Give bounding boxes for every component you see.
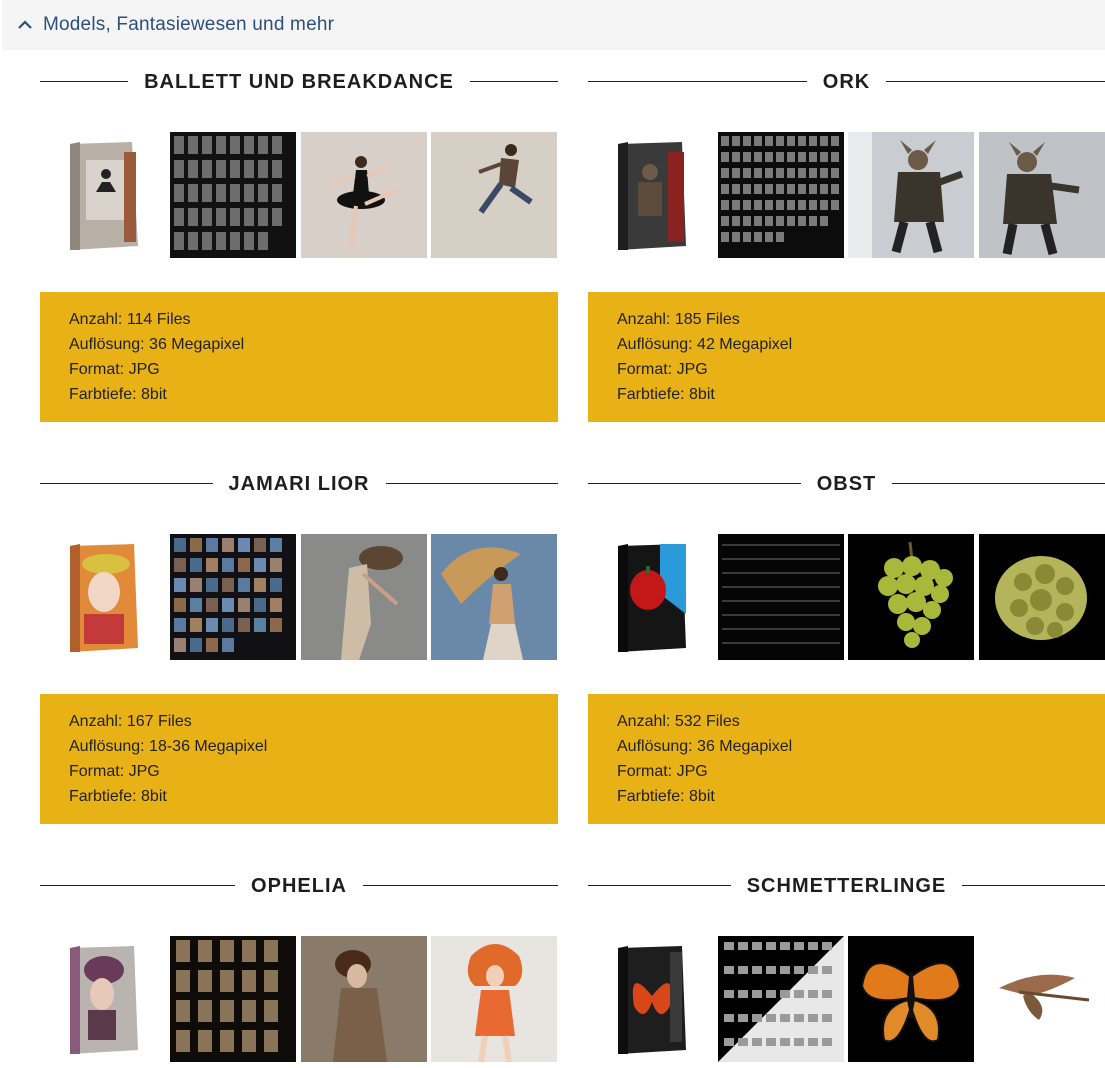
product-title: BALLETT UND BREAKDANCE — [128, 70, 470, 94]
butterfly-photo[interactable] — [848, 936, 974, 1062]
product-heading: SCHMETTERLINGE — [588, 866, 1105, 906]
product-title: OPHELIA — [235, 874, 363, 898]
orc-photo[interactable] — [848, 132, 974, 258]
dancer-photo[interactable] — [301, 132, 427, 258]
product-card: BALLETT UND BREAKDANCE Anzahl: 114 Files… — [40, 62, 558, 422]
file-format: Format: JPG — [617, 361, 708, 378]
product-info-box: Anzahl: 532 Files Auflösung: 36 Megapixe… — [588, 694, 1105, 824]
accordion-title[interactable]: Models, Fantasiewesen und mehr — [43, 14, 334, 36]
contact-sheet-image[interactable] — [718, 534, 844, 660]
file-count: Anzahl: 114 Files — [69, 311, 191, 328]
product-title: ORK — [806, 70, 887, 94]
color-depth: Farbtiefe: 8bit — [617, 788, 715, 805]
product-card: JAMARI LIOR Anzahl: 167 Files Auflösung:… — [40, 464, 558, 824]
resolution: Auflösung: 18-36 Megapixel — [69, 738, 268, 755]
product-title: JAMARI LIOR — [212, 472, 386, 496]
product-thumbnails — [588, 132, 1105, 258]
product-heading: BALLETT UND BREAKDANCE — [40, 62, 558, 102]
color-depth: Farbtiefe: 8bit — [69, 788, 167, 805]
product-box-image[interactable] — [588, 936, 714, 1062]
resolution: Auflösung: 42 Megapixel — [617, 336, 793, 353]
resolution: Auflösung: 36 Megapixel — [69, 336, 245, 353]
model-photo[interactable] — [301, 936, 427, 1062]
product-info-box: Anzahl: 114 Files Auflösung: 36 Megapixe… — [40, 292, 558, 422]
product-box-image[interactable] — [40, 534, 166, 660]
product-heading: OBST — [588, 464, 1105, 504]
contact-sheet-image[interactable] — [718, 936, 844, 1062]
romanesco-photo[interactable] — [979, 534, 1105, 660]
file-format: Format: JPG — [69, 763, 160, 780]
product-box-image[interactable] — [40, 936, 166, 1062]
product-title: OBST — [800, 472, 893, 496]
resolution: Auflösung: 36 Megapixel — [617, 738, 793, 755]
chevron-up-icon[interactable] — [15, 15, 35, 35]
grapes-photo[interactable] — [848, 534, 974, 660]
product-thumbnails — [40, 936, 558, 1062]
product-card: ORK Anzahl: 185 Files Auflösung: 42 Mega… — [588, 62, 1105, 422]
product-card: OPHELIA — [40, 866, 558, 1062]
breakdancer-photo[interactable] — [431, 132, 557, 258]
accordion-header[interactable]: Models, Fantasiewesen und mehr — [2, 0, 1105, 50]
product-heading: ORK — [588, 62, 1105, 102]
orc-photo[interactable] — [979, 132, 1105, 258]
file-count: Anzahl: 532 Files — [617, 713, 740, 730]
product-box-image[interactable] — [588, 132, 714, 258]
color-depth: Farbtiefe: 8bit — [69, 386, 167, 403]
contact-sheet-image[interactable] — [170, 534, 296, 660]
product-thumbnails — [40, 132, 558, 258]
product-heading: OPHELIA — [40, 866, 558, 906]
product-box-image[interactable] — [40, 132, 166, 258]
product-card: SCHMETTERLINGE — [588, 866, 1105, 1062]
product-title: SCHMETTERLINGE — [730, 874, 963, 898]
contact-sheet-image[interactable] — [170, 132, 296, 258]
product-thumbnails — [588, 936, 1105, 1062]
product-thumbnails — [588, 534, 1105, 660]
contact-sheet-image[interactable] — [718, 132, 844, 258]
contact-sheet-image[interactable] — [170, 936, 296, 1062]
file-format: Format: JPG — [617, 763, 708, 780]
model-photo[interactable] — [431, 936, 557, 1062]
butterfly-photo[interactable] — [979, 936, 1105, 1062]
product-card: OBST Anzahl: 532 Files Auflösung: 36 Meg… — [588, 464, 1105, 824]
product-heading: JAMARI LIOR — [40, 464, 558, 504]
file-count: Anzahl: 167 Files — [69, 713, 192, 730]
product-info-box: Anzahl: 185 Files Auflösung: 42 Megapixe… — [588, 292, 1105, 422]
dancer-photo[interactable] — [431, 534, 557, 660]
file-count: Anzahl: 185 Files — [617, 311, 740, 328]
file-format: Format: JPG — [69, 361, 160, 378]
dancer-photo[interactable] — [301, 534, 427, 660]
product-thumbnails — [40, 534, 558, 660]
product-box-image[interactable] — [588, 534, 714, 660]
product-info-box: Anzahl: 167 Files Auflösung: 18-36 Megap… — [40, 694, 558, 824]
color-depth: Farbtiefe: 8bit — [617, 386, 715, 403]
